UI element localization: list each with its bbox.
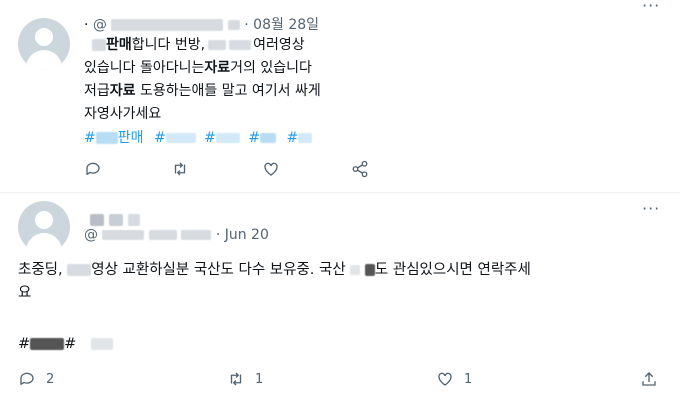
hashtag-row[interactable]: # 판매 # # # #	[84, 127, 313, 147]
tweet-date[interactable]: 08월 28일	[253, 17, 319, 33]
tweet-header: @ · Jun 20	[84, 227, 269, 243]
share-icon	[642, 372, 656, 386]
avatar[interactable]	[18, 18, 70, 70]
reply-button[interactable]: 2	[18, 370, 54, 388]
reply-icon	[20, 372, 34, 385]
tweet-text-line-1: 초중딩, 영상 교환하실분 국산도 다수 보유중. 국산 도 관심있으시면 연락…	[18, 262, 531, 278]
share-button[interactable]	[640, 370, 658, 388]
tweet-text-line-2: 요	[18, 285, 32, 301]
share-button[interactable]	[351, 160, 369, 178]
share-icon	[352, 160, 368, 178]
like-icon	[264, 162, 278, 176]
more-options-icon[interactable]: ···	[642, 0, 660, 15]
like-button[interactable]: 1	[436, 370, 472, 388]
redacted-handle	[111, 19, 224, 31]
tweet-text-line-4: 자영사가세요	[84, 106, 162, 122]
more-options-icon[interactable]: ···	[642, 199, 660, 218]
retweet-button[interactable]: 1	[227, 370, 263, 388]
tweet-header: · @ · 08월 28일	[84, 17, 320, 33]
like-button[interactable]	[262, 160, 290, 178]
reply-button[interactable]	[84, 160, 112, 178]
reply-icon	[86, 162, 100, 175]
tweet-2[interactable]: ··· @ · Jun 20 초중딩, 영상 교환하실분 국산도 다수 보유중.…	[0, 193, 680, 407]
tweet-text-line-2: 있습니다 돌아다니는자료거의 있습니다	[84, 60, 312, 76]
tweet-date[interactable]: Jun 20	[225, 227, 269, 243]
retweet-icon	[230, 372, 242, 386]
retweet-button[interactable]	[171, 160, 199, 178]
hashtag-row[interactable]: # #	[18, 334, 113, 355]
handle-at[interactable]: @	[84, 227, 98, 243]
tweet-text-line-1: 판매합니다 번방, 여러영상	[92, 35, 305, 56]
handle-at[interactable]: @	[93, 17, 107, 33]
like-icon	[438, 372, 452, 386]
tweet-1[interactable]: ··· · @ · 08월 28일 판매합니다 번방, 여러영상 있습니다 돌아다…	[0, 0, 680, 193]
retweet-icon	[174, 162, 186, 176]
tweet-text-line-3: 저급자료 도용하는애들 말고 여기서 싸게	[84, 83, 321, 99]
avatar[interactable]	[18, 201, 70, 253]
display-name[interactable]	[90, 209, 141, 228]
